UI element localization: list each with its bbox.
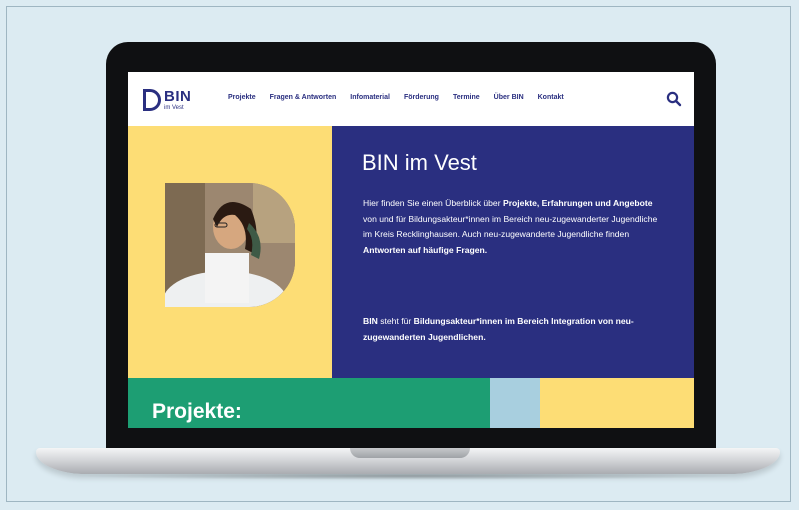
nav-item-fragen-antworten[interactable]: Fragen & Antworten	[270, 94, 337, 101]
hero-intro-segment: Hier finden Sie einen Überblick über	[363, 198, 503, 208]
hero-text-panel: BIN im Vest Hier finden Sie einen Überbl…	[332, 126, 694, 378]
laptop-notch	[350, 448, 470, 458]
hero-intro-segment: Projekte, Erfahrungen und Angebote	[502, 198, 653, 208]
website-screen: BIN im Vest Projekte Fragen & Antworten …	[128, 72, 694, 428]
nav-item-projekte[interactable]: Projekte	[228, 94, 256, 101]
hero-definition-paragraph: BIN steht für Bildungsakteur*innen im Be…	[363, 314, 663, 345]
logo-sub-text: im Vest	[164, 105, 184, 111]
hero-title: BIN im Vest	[362, 150, 477, 175]
logo-main-text: BIN	[164, 88, 192, 105]
top-navigation: BIN im Vest Projekte Fragen & Antworten …	[128, 72, 694, 126]
logo-mark-icon	[143, 89, 161, 111]
hero-intro-paragraph: Hier finden Sie einen Überblick über Pro…	[363, 196, 663, 258]
nav-item-termine[interactable]: Termine	[453, 94, 480, 101]
nav-item-foerderung[interactable]: Förderung	[404, 94, 439, 101]
nav-item-kontakt[interactable]: Kontakt	[538, 94, 564, 101]
nav-item-infomaterial[interactable]: Infomaterial	[350, 94, 390, 101]
projects-heading: Projekte:	[152, 400, 242, 423]
hero-photo	[165, 183, 295, 307]
decorative-blue-block	[490, 378, 540, 428]
hero-definition-segment: steht für	[377, 316, 414, 326]
hero-image-panel	[128, 126, 332, 378]
site-logo[interactable]: BIN im Vest	[143, 87, 191, 113]
hero-definition-segment: BIN	[363, 316, 378, 326]
main-menu: Projekte Fragen & Antworten Infomaterial…	[228, 94, 564, 101]
hero-intro-segment: von und für Bildungsakteur*innen im Bere…	[363, 213, 658, 240]
search-icon[interactable]	[666, 91, 682, 107]
nav-item-ueber-bin[interactable]: Über BIN	[494, 94, 524, 101]
hero-intro-segment: Antworten auf häufige Fragen.	[363, 244, 488, 255]
decorative-yellow-block	[540, 378, 694, 428]
